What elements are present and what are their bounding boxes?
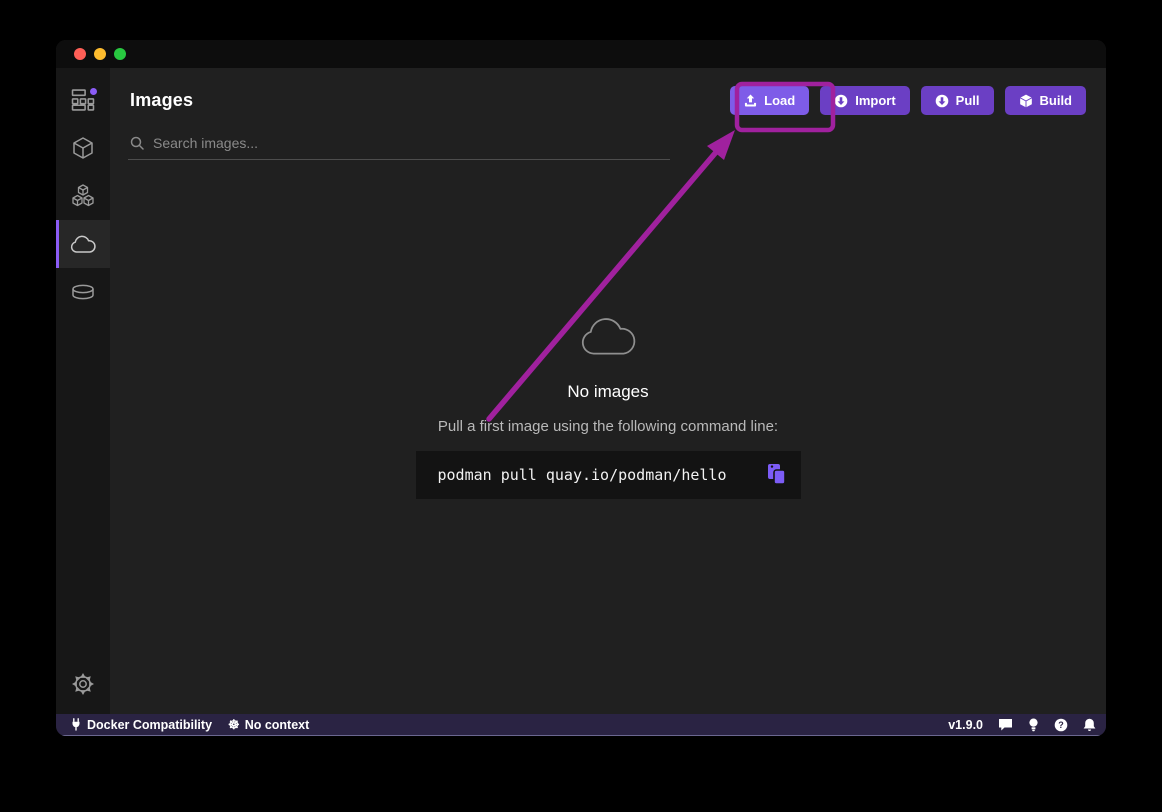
empty-state: No images Pull a first image using the f…	[110, 316, 1106, 499]
notification-dot	[90, 88, 97, 95]
pull-button[interactable]: Pull	[921, 86, 994, 115]
action-buttons: Load Import Pull	[730, 86, 1086, 115]
sidebar-item-dashboard[interactable]	[56, 76, 110, 124]
close-button[interactable]	[74, 48, 86, 60]
build-button[interactable]: Build	[1005, 86, 1087, 115]
gear-icon	[71, 672, 95, 696]
load-button-label: Load	[764, 93, 795, 108]
ideas-button[interactable]	[1028, 718, 1039, 732]
empty-state-hint: Pull a first image using the following c…	[438, 418, 778, 435]
kube-context-status[interactable]: ☸ No context	[220, 718, 317, 732]
question-circle-icon: ?	[1054, 718, 1068, 732]
pull-button-label: Pull	[956, 93, 980, 108]
search-bar	[128, 131, 670, 160]
cube-icon	[1019, 94, 1033, 108]
lightbulb-icon	[1028, 718, 1039, 732]
app-window: Images Load Import	[56, 40, 1106, 736]
sidebar	[56, 68, 110, 714]
cloud-icon	[579, 316, 637, 358]
page-title: Images	[130, 90, 193, 111]
copy-icon	[766, 463, 787, 487]
speech-bubble-icon	[998, 718, 1013, 731]
load-button[interactable]: Load	[730, 86, 809, 115]
sidebar-item-volumes[interactable]	[56, 268, 110, 316]
search-icon	[130, 136, 144, 150]
statusbar-right: v1.9.0 ?	[948, 718, 1096, 732]
search-input[interactable]	[153, 135, 668, 151]
command-text: podman pull quay.io/podman/hello	[438, 466, 766, 484]
notifications-button[interactable]	[1083, 718, 1096, 732]
sidebar-item-images[interactable]	[56, 220, 110, 268]
sidebar-spacer	[56, 316, 110, 660]
circle-arrow-down-icon	[834, 94, 848, 108]
build-button-label: Build	[1040, 93, 1073, 108]
cloud-icon	[70, 235, 96, 254]
copy-button[interactable]	[766, 463, 787, 487]
kube-context-icon: ☸	[228, 718, 240, 731]
command-box: podman pull quay.io/podman/hello	[416, 451, 801, 499]
minimize-button[interactable]	[94, 48, 106, 60]
plug-icon	[70, 718, 82, 731]
feedback-button[interactable]	[998, 718, 1013, 731]
sidebar-item-containers[interactable]	[56, 124, 110, 172]
import-button-label: Import	[855, 93, 895, 108]
help-button[interactable]: ?	[1054, 718, 1068, 732]
statusbar: Docker Compatibility ☸ No context v1.9.0	[56, 714, 1106, 736]
import-button[interactable]: Import	[820, 86, 909, 115]
container-cube-icon	[71, 136, 95, 160]
page-header: Images Load Import	[110, 68, 1106, 115]
svg-text:?: ?	[1058, 720, 1064, 730]
bell-icon	[1083, 718, 1096, 732]
docker-compatibility-status[interactable]: Docker Compatibility	[62, 718, 220, 732]
volumes-icon	[71, 284, 95, 301]
titlebar	[56, 40, 1106, 68]
pods-icon	[70, 184, 96, 208]
kube-context-label: No context	[245, 718, 310, 732]
upload-icon	[744, 94, 757, 107]
empty-state-title: No images	[567, 382, 648, 402]
zoom-button[interactable]	[114, 48, 126, 60]
docker-compatibility-label: Docker Compatibility	[87, 718, 212, 732]
sidebar-item-settings[interactable]	[56, 660, 110, 708]
circle-arrow-down-icon	[935, 94, 949, 108]
version-label: v1.9.0	[948, 718, 983, 732]
images-page: Images Load Import	[110, 68, 1106, 714]
window-controls	[74, 48, 126, 60]
sidebar-item-pods[interactable]	[56, 172, 110, 220]
